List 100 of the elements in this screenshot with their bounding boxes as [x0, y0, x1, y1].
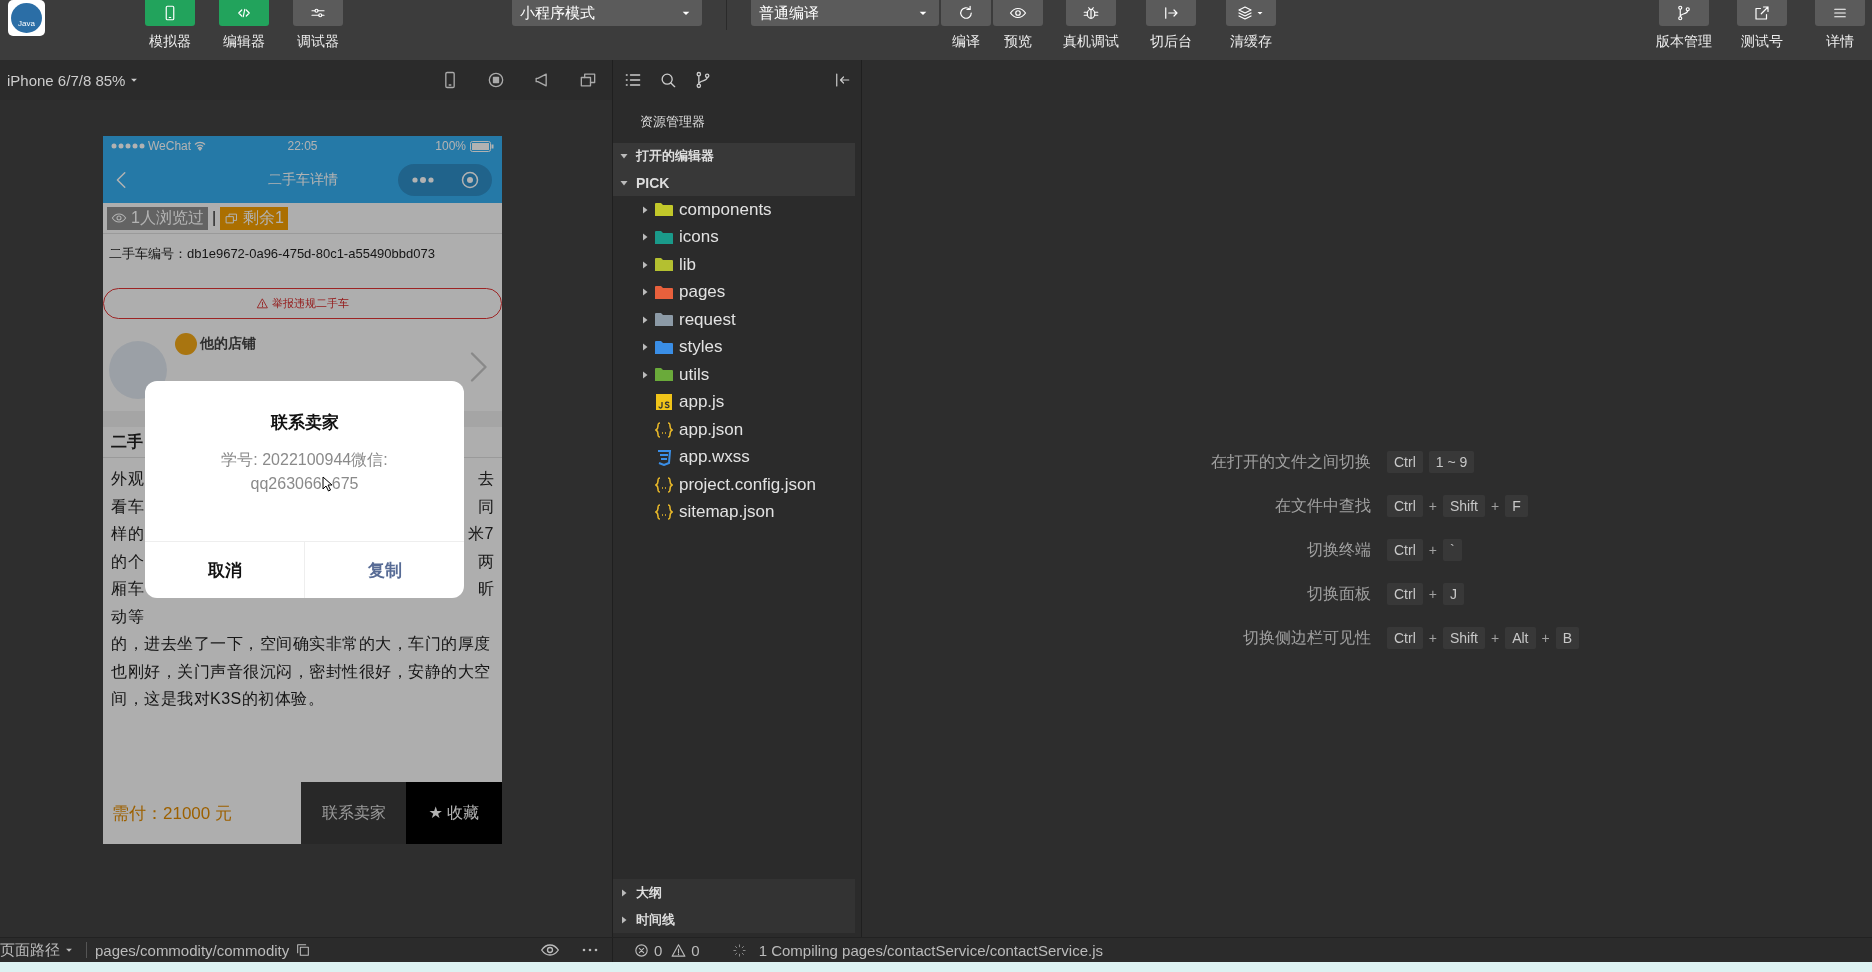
file-name: icons	[679, 227, 719, 248]
more-icon[interactable]	[582, 948, 598, 952]
description-text: 两	[477, 551, 494, 572]
dialog-message: 学号: 2022100944微信:	[221, 450, 388, 470]
key-cap: J	[1442, 582, 1464, 605]
key-cap: Ctrl	[1387, 626, 1423, 649]
sliders-toggle-button[interactable]	[293, 0, 343, 26]
copy-button[interactable]: 复制	[304, 542, 464, 598]
branch-button[interactable]	[1659, 0, 1709, 26]
file-name: app.json	[679, 419, 744, 440]
action-label: 预览	[1004, 33, 1032, 51]
capsule-menu[interactable]	[398, 163, 492, 196]
mode-dropdown[interactable]: 小程序模式	[512, 0, 702, 26]
tree-item[interactable]: styles	[613, 333, 861, 361]
separator: |	[211, 209, 217, 227]
key-cap: Shift	[1442, 494, 1485, 517]
page-path-label[interactable]: 页面路径	[0, 940, 60, 960]
dropdown-value: 小程序模式	[520, 3, 595, 23]
description-text: 看车	[111, 496, 144, 517]
tree-item[interactable]: components	[613, 196, 861, 224]
key-cap: Ctrl	[1387, 582, 1423, 605]
stop-circle-icon[interactable]	[486, 70, 506, 90]
external-button[interactable]	[1737, 0, 1787, 26]
collapse-sidebar-icon[interactable]	[833, 71, 851, 89]
shop-icon	[175, 333, 197, 355]
code-toggle-button[interactable]	[219, 0, 269, 26]
branch-icon	[1675, 4, 1693, 22]
favorite-button[interactable]: ★ 收藏	[406, 782, 502, 844]
key-cap: B	[1555, 626, 1580, 649]
tree-item[interactable]: project.config.json	[613, 471, 861, 499]
tree-section-header[interactable]: 打开的编辑器	[613, 143, 855, 170]
file-name: app.wxss	[679, 447, 750, 468]
mouse-cursor-icon	[321, 476, 332, 492]
json-file-icon	[655, 420, 673, 439]
tree-item[interactable]: pages	[613, 278, 861, 306]
bug-icon	[1082, 4, 1100, 22]
section-heading: 二手	[111, 431, 143, 452]
tree-section-header[interactable]: 时间线	[613, 906, 855, 933]
css-file-icon	[655, 448, 673, 467]
tree-item[interactable]: lib	[613, 251, 861, 279]
key-cap: F	[1505, 494, 1528, 517]
shortcut-label: 切换面板	[1307, 584, 1371, 604]
action-label: 版本管理	[1656, 33, 1712, 51]
description-text: 动等	[111, 606, 144, 627]
key-cap: `	[1442, 538, 1462, 561]
wifi-icon	[194, 141, 207, 151]
contact-seller-button[interactable]: 联系卖家	[301, 782, 406, 844]
file-name: utils	[679, 364, 710, 385]
dropdown-value: 普通编译	[759, 3, 819, 23]
tree-item[interactable]: utils	[613, 361, 861, 389]
stock-count: 剩余1	[243, 207, 284, 228]
toggle-label: 编辑器	[223, 33, 265, 51]
plus-sign: +	[1428, 585, 1437, 602]
tree-section-header[interactable]: PICK	[613, 169, 855, 196]
description-text: 去	[477, 469, 494, 490]
compile-status: 1 Compiling pages/contactService/contactService.js	[758, 941, 1104, 959]
tree-item[interactable]: request	[613, 306, 861, 334]
error-icon[interactable]	[633, 941, 650, 959]
tree-section-header[interactable]: 大纲	[613, 879, 855, 906]
action-label: 测试号	[1741, 33, 1783, 51]
tree-item[interactable]: app.json	[613, 416, 861, 444]
status-time: 22:05	[287, 139, 318, 153]
warning-icon[interactable]	[670, 941, 688, 959]
file-name: request	[679, 309, 736, 330]
description-text: 间，这是我对K3S的初体验。	[111, 689, 325, 710]
cancel-button[interactable]: 取消	[145, 542, 304, 598]
description-text: 的个	[111, 551, 144, 572]
nav-title: 二手车详情	[267, 170, 338, 189]
description-text: 也刚好，关门声音很沉闷，密封性很好，安静的大空	[111, 661, 491, 682]
plus-sign: +	[1491, 629, 1500, 646]
battery-icon	[470, 140, 494, 152]
bug-button[interactable]	[1066, 0, 1116, 26]
eye-button[interactable]	[993, 0, 1043, 26]
wechat-id: 675	[331, 474, 359, 494]
toggle-label: 模拟器	[149, 33, 191, 51]
tree-item[interactable]: app.js	[613, 388, 861, 416]
price-text: 需付：21000 元	[112, 802, 232, 825]
phone-toggle-button[interactable]	[145, 0, 195, 26]
page-path: pages/commodity/commodity	[95, 941, 290, 959]
shop-link[interactable]: 他的店铺	[200, 335, 256, 353]
logo-text: Java	[11, 3, 42, 33]
json-file-icon	[655, 503, 673, 522]
compile-dropdown[interactable]: 普通编译	[751, 0, 939, 26]
plus-sign: +	[1541, 629, 1550, 646]
refresh-button[interactable]	[941, 0, 991, 26]
views-count: 1人浏览过	[131, 207, 204, 228]
key-cap: 1 ~ 9	[1428, 450, 1475, 473]
warning-icon	[256, 297, 269, 310]
copy-icon[interactable]	[295, 942, 312, 958]
tree-item[interactable]: sitemap.json	[613, 498, 861, 526]
file-name: lib	[679, 254, 696, 275]
file-name: pages	[679, 282, 726, 303]
eye-icon	[111, 210, 127, 226]
switch-button[interactable]	[1146, 0, 1196, 26]
action-label: 真机调试	[1063, 33, 1119, 51]
layers-button[interactable]	[1226, 0, 1276, 26]
tree-item[interactable]: icons	[613, 223, 861, 251]
menu-button[interactable]	[1815, 0, 1865, 26]
tree-item[interactable]: app.wxss	[613, 443, 861, 471]
device-selector[interactable]: iPhone 6/7/8 85%	[7, 71, 126, 89]
